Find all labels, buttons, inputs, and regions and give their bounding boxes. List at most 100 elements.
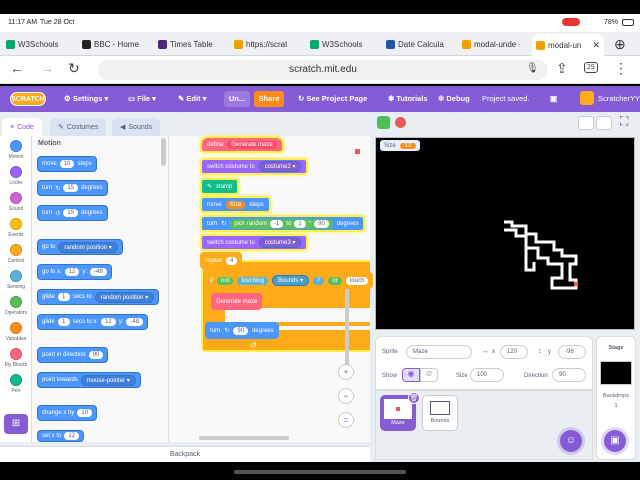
target-dropdown[interactable]: random position ▾ [94,291,155,303]
tab-sounds[interactable]: ◀ Sounds [112,118,161,136]
block-point-in-direction[interactable]: point in direction 90 [37,347,109,363]
large-stage-button[interactable] [596,116,612,130]
debug-button[interactable]: ✲ Debug [438,94,470,103]
file-menu[interactable]: ▭ File ▾ [128,94,156,103]
reload-icon[interactable]: ↻ [68,60,80,77]
value-input[interactable]: 12 [64,268,80,276]
browser-tab[interactable]: Date Calcula [386,36,456,52]
category-variables[interactable]: Variables [0,322,32,342]
stage-canvas[interactable] [375,137,635,330]
zoom-reset-button[interactable]: = [338,412,354,428]
value-input[interactable]: 90 [88,351,104,359]
fullscreen-icon[interactable]: ⛶ [620,114,628,129]
category-looks[interactable]: Looks [0,166,32,186]
settings-menu[interactable]: ⚙ Settings ▾ [64,94,108,103]
browser-tab[interactable]: BBC - Home [82,36,152,52]
value-input[interactable]: 1 [57,318,70,326]
switch-costume-block[interactable]: switch costume to costume3 ▾ [200,234,309,251]
block-go-to[interactable]: go to random position ▾ [37,239,123,255]
category-control[interactable]: Control [0,244,32,264]
sprite-thumb-bounds[interactable]: Bounds [422,395,458,431]
username[interactable]: ScratcherYY [598,94,640,103]
y-input[interactable]: -96 [558,345,586,359]
edit-menu[interactable]: ✎ Edit ▾ [178,94,206,103]
address-bar[interactable]: scratch.mit.edu [98,60,548,80]
tab-costumes[interactable]: ✎ Costumes [50,118,107,136]
value-input[interactable]: 15 [63,209,79,217]
sprite-name-input[interactable]: Maze [406,345,472,359]
block-go-to-xy[interactable]: go to x: 12 y: -48 [37,264,112,280]
costume-dropdown[interactable]: costume2 ▾ [258,161,302,172]
block-change-x[interactable]: change x by 10 [37,405,98,421]
block-point-towards[interactable]: point towards mouse-pointer ▾ [37,372,141,388]
green-flag-button[interactable] [377,116,390,129]
zoom-in-button[interactable]: + [338,364,354,380]
browser-tab[interactable]: Times Table [158,36,228,52]
workspace-scrollbar-horizontal[interactable] [199,436,289,440]
category-my-blocks[interactable]: My Blocks [0,348,32,368]
touching-sensor[interactable]: touching [237,276,269,285]
add-extension-button[interactable]: ⊞ [4,414,28,434]
close-tab-icon[interactable]: ✕ [592,40,600,51]
browser-tab[interactable]: https://scrat [234,36,304,52]
browser-tab-active[interactable]: modal-un ✕ [532,34,604,56]
value-input[interactable]: 10 [59,160,75,168]
switch-costume-block[interactable]: switch costume to costume2 ▾ [200,158,309,175]
zoom-out-button[interactable]: − [338,388,354,404]
define-block[interactable]: define Generate maze [200,136,284,153]
turn-degrees-block[interactable]: turn ↻ 90 degrees [205,322,279,339]
variable-monitor-size[interactable]: Size 12 [380,140,421,151]
target-dropdown[interactable]: random position ▾ [58,241,118,253]
stop-button[interactable] [395,117,406,128]
show-visible-toggle[interactable]: ◉ [402,368,420,382]
block-set-x[interactable]: set x to 12 [37,430,85,442]
backpack-bar[interactable]: Backpack [0,446,370,462]
browser-tab[interactable]: modal-unde [462,36,528,52]
not-operator[interactable]: not [217,276,234,285]
more-menu-icon[interactable]: ⋮ [614,60,628,77]
value-input[interactable]: 10 [77,409,93,417]
repeat-count-input[interactable]: 4 [226,256,238,265]
category-sound[interactable]: Sound [0,192,32,212]
small-stage-button[interactable] [578,116,594,130]
if-block[interactable]: if not touching Bounds ▾? or touch [205,272,374,289]
size-variable[interactable]: Size [225,200,246,209]
category-pen[interactable]: Pen [0,374,32,394]
project-title-field[interactable]: Un... [224,91,250,107]
microphone-icon[interactable]: 🎙 [526,63,539,74]
browser-tab[interactable]: W3Schools [6,36,76,52]
my-stuff-icon[interactable]: ▣ [550,94,557,103]
block-turn-left[interactable]: turn ↺ 15 degrees [37,205,108,221]
repeat-block[interactable]: repeat 4 [200,252,243,269]
value-input[interactable]: 12 [101,318,116,326]
size-input[interactable]: 100 [470,368,504,382]
costume-dropdown[interactable]: costume3 ▾ [258,237,302,248]
back-icon[interactable]: ← [10,60,24,76]
touching-dropdown[interactable]: Bounds ▾ [272,275,310,286]
category-events[interactable]: Events [0,218,32,238]
tutorials-button[interactable]: ✱ Tutorials [388,94,428,103]
tab-code[interactable]: ≡ Code [2,118,42,136]
move-steps-block[interactable]: move Size steps [200,196,271,213]
block-move-steps[interactable]: move 10 steps [37,156,97,172]
target-dropdown[interactable]: mouse-pointer ▾ [80,374,136,386]
browser-tab[interactable]: W3Schools [310,36,380,52]
value-input[interactable]: 90 [233,326,249,335]
share-button[interactable]: Share [254,91,284,107]
call-generate-maze-block[interactable]: Generate maze [211,293,263,310]
block-turn-right[interactable]: turn ↻ 15 degrees [37,180,108,196]
category-sensing[interactable]: Sensing [0,270,32,290]
forward-icon[interactable]: → [40,60,54,76]
scratch-logo[interactable]: SCRATCH [10,92,46,106]
value-input[interactable]: 12 [64,432,80,440]
x-input[interactable]: 120 [500,345,528,359]
avatar[interactable] [580,91,594,105]
block-glide-to[interactable]: glide 1 secs to random position ▾ [37,289,160,305]
value-input[interactable]: -48 [126,318,144,326]
palette-scrollbar[interactable] [161,138,166,166]
category-operators[interactable]: Operators [0,296,32,316]
share-page-icon[interactable]: ⇪ [556,60,568,77]
choose-backdrop-button[interactable]: ▣ [604,430,626,452]
category-motion[interactable]: Motion [0,140,32,160]
new-tab-icon[interactable]: ⊕ [614,36,634,52]
